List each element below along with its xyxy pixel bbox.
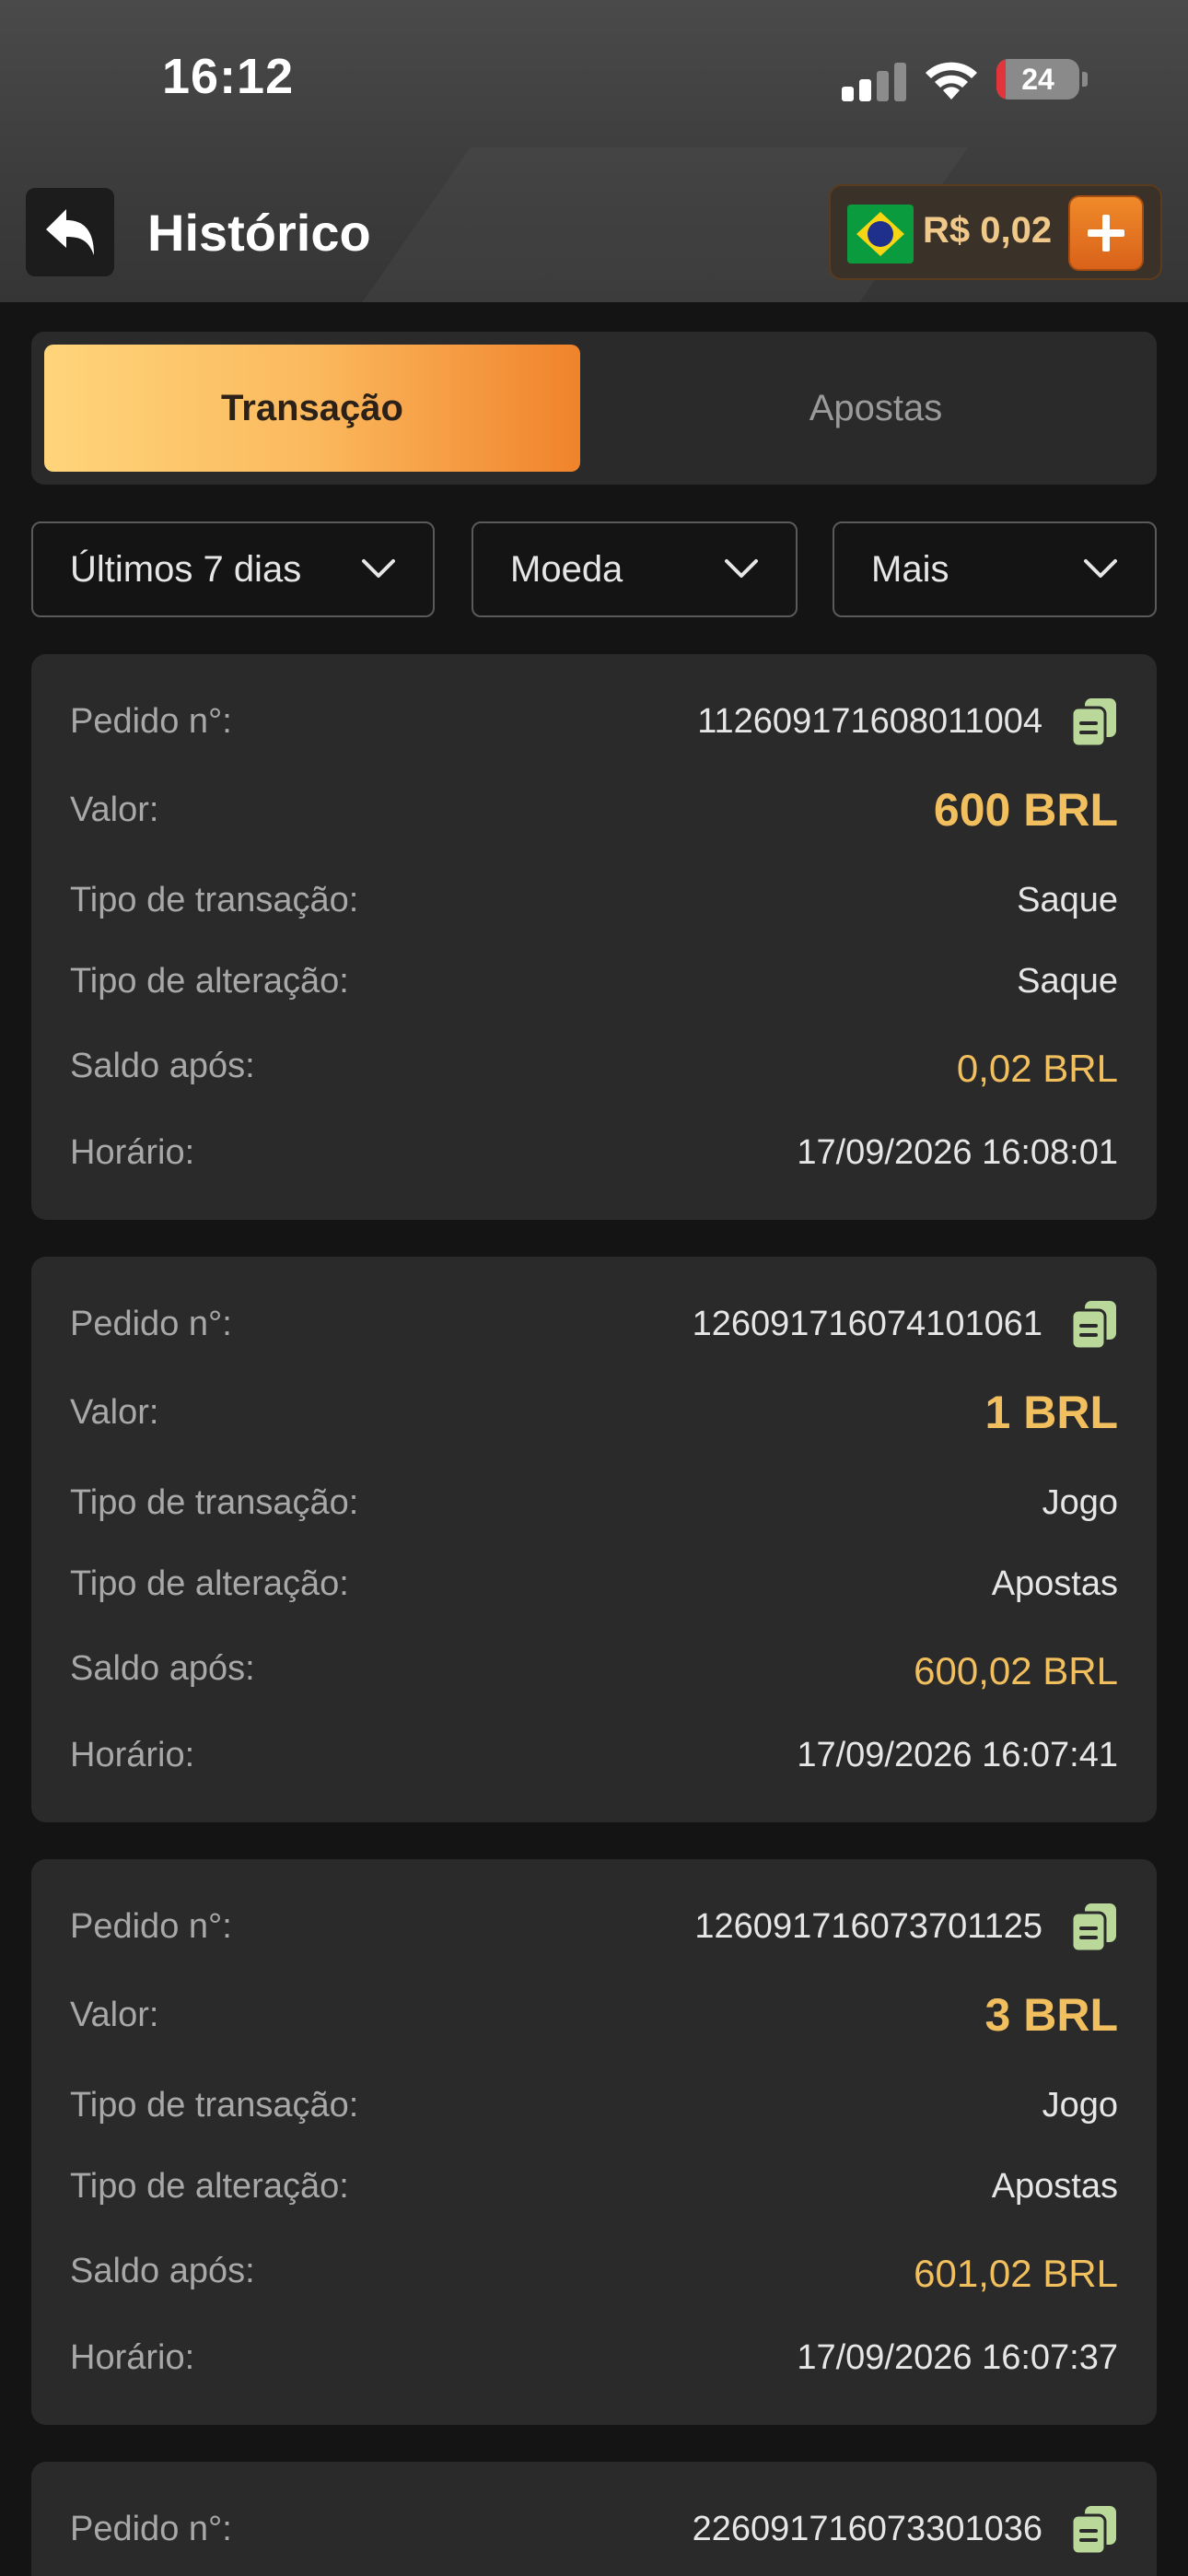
change-type-value: Apostas [991,1564,1118,1603]
transaction-card: Pedido n°: 126091716074101061 Valor: 1 B… [31,1257,1157,1822]
value-label: Valor: [70,790,159,829]
cellular-signal-icon [842,61,908,101]
order-label: Pedido n°: [70,702,232,741]
value-row: Valor: 3 BRL [70,1988,1118,2043]
transaction-card: Pedido n°: 226091716073301036 [31,2462,1157,2576]
copy-icon[interactable] [1070,1902,1118,1953]
order-row: Pedido n°: 126091716073701125 [70,1900,1118,1955]
filter-period-dropdown[interactable]: Últimos 7 dias [31,521,435,617]
copy-icon[interactable] [1070,697,1118,748]
order-number: 126091716073701125 [694,1907,1042,1946]
battery-level: 24 [1021,63,1054,96]
transaction-type-label: Tipo de transação: [70,1483,359,1522]
change-type-label: Tipo de alteração: [70,962,349,1001]
transaction-value: 3 BRL [984,1989,1118,2041]
change-type-row: Tipo de alteração: Saque [70,954,1118,1010]
value-label: Valor: [70,1393,159,1432]
order-label: Pedido n°: [70,2510,232,2548]
plus-icon [1088,215,1124,252]
order-row: Pedido n°: 226091716073301036 [70,2502,1118,2558]
time-label: Horário: [70,1736,195,1774]
transaction-type-label: Tipo de transação: [70,2086,359,2125]
transaction-type-label: Tipo de transação: [70,881,359,919]
transaction-type-value: Jogo [1042,2086,1118,2125]
order-row: Pedido n°: 112609171608011004 [70,695,1118,750]
filter-period-label: Últimos 7 dias [70,549,302,590]
balance-after-label: Saldo após: [70,1649,255,1688]
copy-icon[interactable] [1070,1299,1118,1351]
transaction-type-row: Tipo de transação: Jogo [70,1476,1118,1531]
battery-tip [1082,72,1088,87]
balance-after-label: Saldo após: [70,1047,255,1085]
time-value: 17/09/2026 16:07:37 [797,2338,1118,2377]
add-funds-button[interactable] [1068,195,1144,271]
order-label: Pedido n°: [70,1907,232,1946]
page-title: Histórico [147,204,371,262]
change-type-row: Tipo de alteração: Apostas [70,2160,1118,2215]
filter-more-label: Mais [871,549,949,590]
balance-after-row: Saldo após: 0,02 BRL [70,1039,1118,1095]
tab-transacao[interactable]: Transação [44,345,580,472]
time-label: Horário: [70,1133,195,1172]
filter-more-dropdown[interactable]: Mais [833,521,1157,617]
value-row: Valor: 1 BRL [70,1386,1118,1441]
transaction-card: Pedido n°: 112609171608011004 Valor: 600… [31,654,1157,1220]
change-type-value: Saque [1017,962,1118,1001]
balance-after-row: Saldo após: 601,02 BRL [70,2244,1118,2300]
transaction-card: Pedido n°: 126091716073701125 Valor: 3 B… [31,1859,1157,2425]
value-label: Valor: [70,1996,159,2034]
history-tabs: Transação Apostas [31,332,1157,485]
order-number: 112609171608011004 [697,702,1042,741]
balance-after-value: 600,02 BRL [914,1649,1118,1692]
change-type-label: Tipo de alteração: [70,2167,349,2206]
chevron-down-icon [725,559,758,578]
time-value: 17/09/2026 16:07:41 [797,1736,1118,1774]
order-number: 226091716073301036 [692,2510,1042,2548]
transaction-value: 600 BRL [933,784,1118,836]
battery-icon: 24 [996,59,1079,100]
wifi-icon [926,62,977,100]
balance-after-label: Saldo após: [70,2252,255,2290]
time-row: Horário: 17/09/2026 16:07:37 [70,2331,1118,2386]
filter-currency-label: Moeda [510,549,623,590]
transaction-type-row: Tipo de transação: Saque [70,873,1118,929]
transaction-type-row: Tipo de transação: Jogo [70,2078,1118,2134]
change-type-row: Tipo de alteração: Apostas [70,1557,1118,1612]
time-label: Horário: [70,2338,195,2377]
transaction-type-value: Jogo [1042,1483,1118,1522]
chevron-down-icon [362,559,395,578]
balance-widget[interactable]: R$ 0,02 [829,184,1162,280]
copy-icon[interactable] [1070,2504,1118,2556]
balance-amount: R$ 0,02 [923,210,1053,251]
balance-after-value: 0,02 BRL [956,1047,1118,1090]
time-row: Horário: 17/09/2026 16:07:41 [70,1728,1118,1784]
value-row: Valor: 600 BRL [70,783,1118,838]
time-value: 17/09/2026 16:08:01 [797,1133,1118,1172]
order-label: Pedido n°: [70,1305,232,1343]
chevron-down-icon [1084,559,1117,578]
back-arrow-icon [46,209,94,255]
balance-after-value: 601,02 BRL [914,2252,1118,2295]
balance-after-row: Saldo após: 600,02 BRL [70,1642,1118,1697]
change-type-value: Apostas [991,2167,1118,2206]
time-row: Horário: 17/09/2026 16:08:01 [70,1126,1118,1181]
order-number: 126091716074101061 [692,1305,1042,1343]
status-time: 16:12 [162,49,295,104]
header-bar: 16:12 24 Histórico R$ 0,02 [0,0,1188,302]
brazil-flag-icon [847,205,914,263]
tab-apostas[interactable]: Apostas [608,345,1144,472]
order-row: Pedido n°: 126091716074101061 [70,1297,1118,1352]
transaction-value: 1 BRL [984,1387,1118,1438]
filter-currency-dropdown[interactable]: Moeda [472,521,798,617]
transaction-type-value: Saque [1017,881,1118,919]
change-type-label: Tipo de alteração: [70,1564,349,1603]
back-button[interactable] [26,188,114,276]
